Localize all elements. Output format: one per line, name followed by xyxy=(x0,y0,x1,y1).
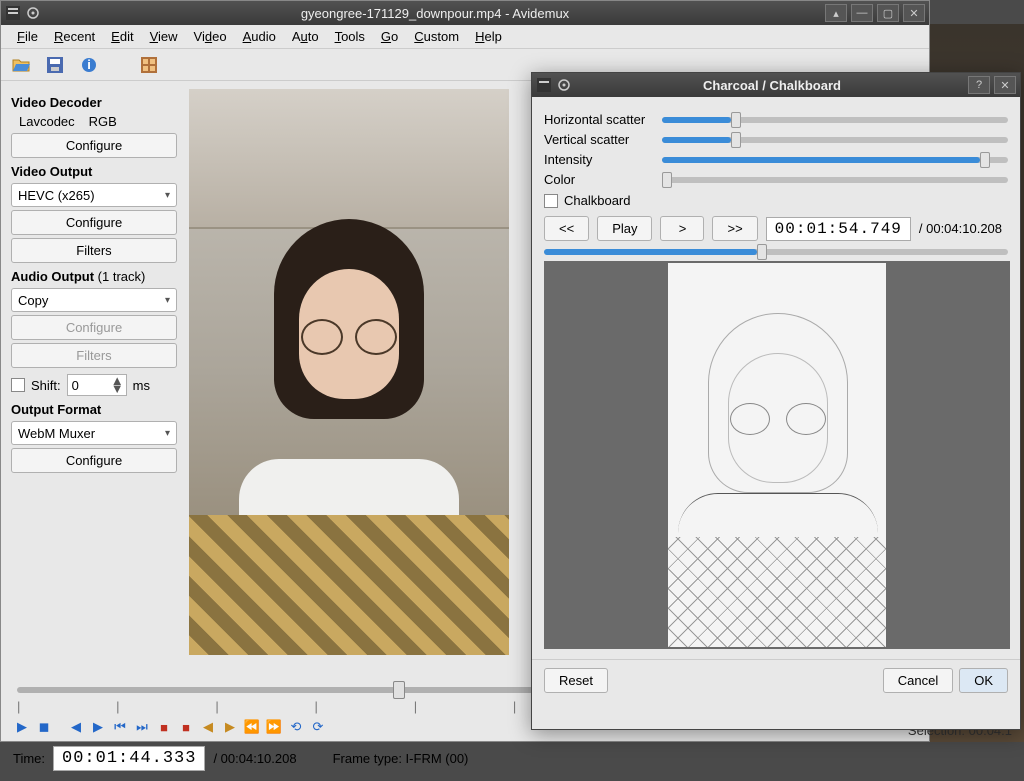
dialog-titlebar: Charcoal / Chalkboard ? ✕ xyxy=(532,73,1020,97)
last-frame-icon[interactable]: ⏩ xyxy=(265,718,283,736)
video-decoder-title: Video Decoder xyxy=(11,95,179,110)
video-output-title: Video Output xyxy=(11,164,179,179)
decoder-colorspace: RGB xyxy=(89,114,117,129)
menu-custom[interactable]: Custom xyxy=(406,26,467,47)
menu-auto[interactable]: Auto xyxy=(284,26,327,47)
intensity-label: Intensity xyxy=(544,152,662,167)
dialog-close-button[interactable]: ✕ xyxy=(994,76,1016,94)
preview-play-button[interactable]: Play xyxy=(597,216,652,241)
preview-back-button[interactable]: << xyxy=(544,216,589,241)
color-label: Color xyxy=(544,172,662,187)
video-configure-button[interactable]: Configure xyxy=(11,210,177,235)
stop-icon[interactable]: ◼ xyxy=(35,718,53,736)
prev-keyframe-icon[interactable]: ⏮ xyxy=(111,718,129,736)
window-title: gyeongree-171129_downpour.mp4 - Avidemux xyxy=(45,6,825,21)
shift-label: Shift: xyxy=(31,378,61,393)
menu-file[interactable]: File xyxy=(9,26,46,47)
next-black-icon[interactable]: ▶ xyxy=(221,718,239,736)
minimize-button[interactable]: — xyxy=(851,4,873,22)
hscatter-label: Horizontal scatter xyxy=(544,112,662,127)
time-display[interactable]: 00:01:44.333 xyxy=(53,746,205,771)
output-format-title: Output Format xyxy=(11,402,179,417)
preview-seek-bar[interactable] xyxy=(544,249,1008,255)
menu-edit[interactable]: Edit xyxy=(103,26,141,47)
menu-audio[interactable]: Audio xyxy=(235,26,284,47)
open-button[interactable] xyxy=(11,55,31,75)
decoder-codec: Lavcodec xyxy=(19,114,75,129)
side-panel: Video Decoder Lavcodec RGB Configure Vid… xyxy=(1,81,189,677)
video-preview xyxy=(189,89,509,655)
decoder-configure-button[interactable]: Configure xyxy=(11,133,177,158)
filter-dialog: Charcoal / Chalkboard ? ✕ Horizontal sca… xyxy=(531,72,1021,730)
chalkboard-checkbox[interactable] xyxy=(544,194,558,208)
dialog-pin-icon[interactable] xyxy=(556,77,572,93)
vscatter-label: Vertical scatter xyxy=(544,132,662,147)
shift-checkbox[interactable] xyxy=(11,378,25,392)
shift-spinbox[interactable]: 0▲▼ xyxy=(67,374,127,396)
filter-preview-image xyxy=(668,263,886,647)
time-total: / 00:04:10.208 xyxy=(213,751,296,766)
dialog-help-button[interactable]: ? xyxy=(968,76,990,94)
info-button[interactable]: i xyxy=(79,55,99,75)
audio-output-title: Audio Output (1 track) xyxy=(11,269,179,284)
first-frame-icon[interactable]: ⏪ xyxy=(243,718,261,736)
menu-help[interactable]: Help xyxy=(467,26,510,47)
color-slider[interactable] xyxy=(662,177,1008,183)
svg-text:i: i xyxy=(87,57,91,72)
menu-go[interactable]: Go xyxy=(373,26,406,47)
menu-tools[interactable]: Tools xyxy=(327,26,373,47)
app-icon xyxy=(5,5,21,21)
dialog-title: Charcoal / Chalkboard xyxy=(576,78,968,93)
shift-unit: ms xyxy=(133,378,150,393)
calculator-button[interactable] xyxy=(139,55,159,75)
menubar: File Recent Edit View Video Audio Auto T… xyxy=(1,25,929,49)
audio-configure-button: Configure xyxy=(11,315,177,340)
preview-fwd-button[interactable]: >> xyxy=(712,216,757,241)
keep-above-button[interactable]: ▴ xyxy=(825,4,847,22)
next-keyframe-icon[interactable]: ⏭ xyxy=(133,718,151,736)
muxer-select[interactable]: WebM Muxer xyxy=(11,421,177,445)
reset-button[interactable]: Reset xyxy=(544,668,608,693)
chalkboard-label: Chalkboard xyxy=(564,193,631,208)
set-a-icon[interactable]: ■ xyxy=(155,718,173,736)
set-b-icon[interactable]: ■ xyxy=(177,718,195,736)
format-configure-button[interactable]: Configure xyxy=(11,448,177,473)
cancel-button[interactable]: Cancel xyxy=(883,668,953,693)
intensity-slider[interactable] xyxy=(662,157,1008,163)
video-filters-button[interactable]: Filters xyxy=(11,238,177,263)
menu-recent[interactable]: Recent xyxy=(46,26,103,47)
pin-icon[interactable] xyxy=(25,5,41,21)
preview-area xyxy=(544,261,1010,649)
preview-step-button[interactable]: > xyxy=(660,216,704,241)
time-label: Time: xyxy=(13,751,45,766)
dialog-app-icon xyxy=(536,77,552,93)
prev-frame-icon[interactable]: ◀ xyxy=(67,718,85,736)
maximize-button[interactable]: ▢ xyxy=(877,4,899,22)
ok-button[interactable]: OK xyxy=(959,668,1008,693)
main-titlebar: gyeongree-171129_downpour.mp4 - Avidemux… xyxy=(1,1,929,25)
hscatter-slider[interactable] xyxy=(662,117,1008,123)
audio-filters-button: Filters xyxy=(11,343,177,368)
play-icon[interactable]: ▶ xyxy=(13,718,31,736)
menu-video[interactable]: Video xyxy=(186,26,235,47)
prev-black-icon[interactable]: ◀ xyxy=(199,718,217,736)
back-1min-icon[interactable]: ⟲ xyxy=(287,718,305,736)
fwd-1min-icon[interactable]: ⟳ xyxy=(309,718,327,736)
preview-time-display[interactable]: 00:01:54.749 xyxy=(766,217,911,241)
frame-type: Frame type: I-FRM (00) xyxy=(333,751,469,766)
audio-mode-select[interactable]: Copy xyxy=(11,288,177,312)
next-frame-icon[interactable]: ▶ xyxy=(89,718,107,736)
preview-time-total: / 00:04:10.208 xyxy=(919,221,1002,236)
menu-view[interactable]: View xyxy=(142,26,186,47)
vscatter-slider[interactable] xyxy=(662,137,1008,143)
close-button[interactable]: ✕ xyxy=(903,4,925,22)
video-codec-select[interactable]: HEVC (x265) xyxy=(11,183,177,207)
save-button[interactable] xyxy=(45,55,65,75)
